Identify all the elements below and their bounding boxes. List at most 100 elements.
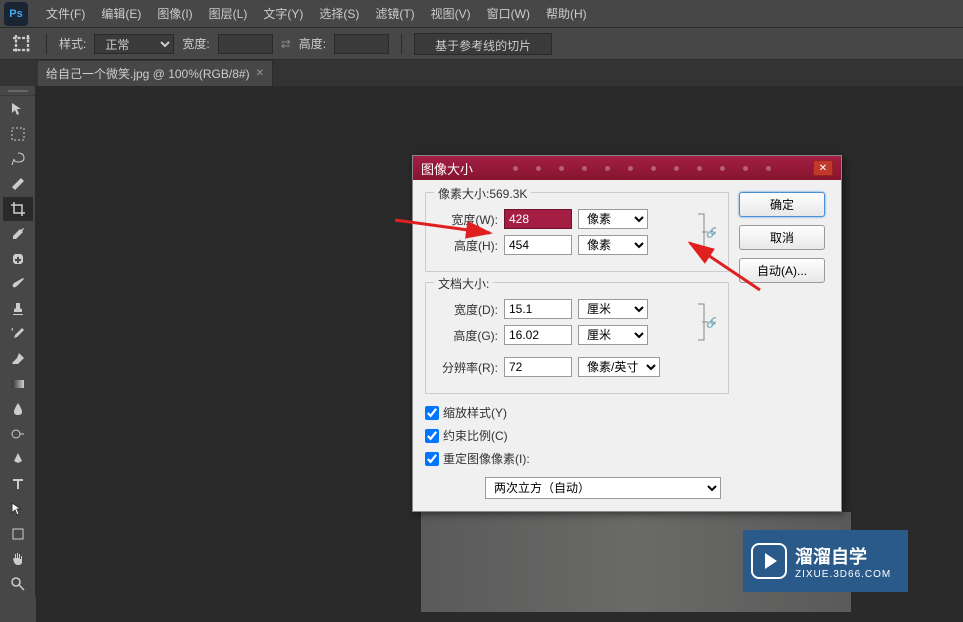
toolbox-handle[interactable] bbox=[0, 86, 35, 96]
constrain-row: 约束比例(C) bbox=[425, 427, 729, 444]
swap-icon[interactable]: ⇄ bbox=[281, 37, 291, 51]
menu-file[interactable]: 文件(F) bbox=[38, 1, 93, 26]
menu-edit[interactable]: 编辑(E) bbox=[93, 1, 149, 26]
crop-tool-icon[interactable] bbox=[10, 32, 34, 56]
brush-tool[interactable] bbox=[3, 272, 33, 296]
shape-tool[interactable] bbox=[3, 522, 33, 546]
stamp-tool[interactable] bbox=[3, 297, 33, 321]
divider bbox=[401, 34, 402, 54]
wand-tool[interactable] bbox=[3, 172, 33, 196]
hand-tool[interactable] bbox=[3, 547, 33, 571]
resample-checkbox[interactable] bbox=[425, 452, 439, 466]
gradient-tool[interactable] bbox=[3, 372, 33, 396]
title-decoration bbox=[513, 166, 771, 171]
menu-select[interactable]: 选择(S) bbox=[311, 1, 367, 26]
svg-text:🔗: 🔗 bbox=[706, 226, 716, 239]
doc-width-unit[interactable]: 厘米 bbox=[578, 299, 648, 319]
watermark-text: 溜溜自学 ZIXUE.3D66.COM bbox=[795, 543, 891, 580]
resolution-label: 分辨率(R): bbox=[436, 359, 498, 376]
style-dropdown[interactable]: 正常 bbox=[94, 34, 174, 54]
lasso-tool[interactable] bbox=[3, 147, 33, 171]
dialog-buttons: 确定 取消 自动(A)... bbox=[739, 192, 829, 499]
menu-window[interactable]: 窗口(W) bbox=[479, 1, 538, 26]
doc-height-row: 高度(G): 厘米 bbox=[436, 325, 694, 345]
height-label: 高度: bbox=[299, 35, 326, 52]
zoom-tool[interactable] bbox=[3, 572, 33, 596]
close-icon[interactable]: ✕ bbox=[813, 160, 833, 176]
eyedropper-tool[interactable] bbox=[3, 222, 33, 246]
menu-view[interactable]: 视图(V) bbox=[423, 1, 479, 26]
move-tool[interactable] bbox=[3, 97, 33, 121]
link-icon: 🔗 bbox=[696, 210, 716, 254]
pixel-width-row: 宽度(W): 像素 bbox=[436, 209, 694, 229]
tab-bar: 给自己一个微笑.jpg @ 100%(RGB/8#) ✕ bbox=[0, 60, 963, 86]
marquee-tool[interactable] bbox=[3, 122, 33, 146]
resolution-input[interactable] bbox=[504, 357, 572, 377]
blur-tool[interactable] bbox=[3, 397, 33, 421]
width-label: 宽度: bbox=[182, 35, 209, 52]
eraser-tool[interactable] bbox=[3, 347, 33, 371]
tab-close-icon[interactable]: ✕ bbox=[256, 68, 264, 79]
pixel-height-row: 高度(H): 像素 bbox=[436, 235, 694, 255]
doc-height-unit[interactable]: 厘米 bbox=[578, 325, 648, 345]
width-input[interactable] bbox=[218, 34, 273, 54]
history-brush-tool[interactable] bbox=[3, 322, 33, 346]
cancel-button[interactable]: 取消 bbox=[739, 225, 825, 250]
menu-filter[interactable]: 滤镜(T) bbox=[367, 1, 422, 26]
resample-method-select[interactable]: 两次立方（自动） bbox=[485, 477, 721, 499]
constrain-label: 约束比例(C) bbox=[443, 427, 508, 444]
watermark-title: 溜溜自学 bbox=[795, 543, 891, 569]
menu-image[interactable]: 图像(I) bbox=[149, 1, 200, 26]
doc-width-row: 宽度(D): 厘米 bbox=[436, 299, 694, 319]
watermark: 溜溜自学 ZIXUE.3D66.COM bbox=[743, 530, 908, 592]
link-icon: 🔗 bbox=[696, 300, 716, 344]
auto-button[interactable]: 自动(A)... bbox=[739, 258, 825, 283]
watermark-play-icon bbox=[751, 543, 787, 579]
dodge-tool[interactable] bbox=[3, 422, 33, 446]
resample-row: 重定图像像素(I): bbox=[425, 450, 729, 467]
constrain-checkbox[interactable] bbox=[425, 429, 439, 443]
heal-tool[interactable] bbox=[3, 247, 33, 271]
doc-size-fieldset: 文档大小: 宽度(D): 厘米 高度(G): 厘米 bbox=[425, 282, 729, 394]
dialog-left: 像素大小:569.3K 宽度(W): 像素 高度(H): 像素 bbox=[425, 192, 729, 499]
scale-styles-checkbox[interactable] bbox=[425, 406, 439, 420]
dialog-titlebar[interactable]: 图像大小 ✕ bbox=[413, 156, 841, 180]
options-bar: 样式: 正常 宽度: ⇄ 高度: 基于参考线的切片 bbox=[0, 28, 963, 60]
menu-bar: Ps 文件(F) 编辑(E) 图像(I) 图层(L) 文字(Y) 选择(S) 滤… bbox=[0, 0, 963, 28]
scale-styles-label: 缩放样式(Y) bbox=[443, 404, 507, 421]
pixel-size-fieldset: 像素大小:569.3K 宽度(W): 像素 高度(H): 像素 bbox=[425, 192, 729, 272]
pen-tool[interactable] bbox=[3, 447, 33, 471]
crop-tool[interactable] bbox=[3, 197, 33, 221]
resolution-unit[interactable]: 像素/英寸 bbox=[578, 357, 660, 377]
menu-help[interactable]: 帮助(H) bbox=[538, 1, 595, 26]
path-tool[interactable] bbox=[3, 497, 33, 521]
doc-height-label: 高度(G): bbox=[436, 327, 498, 344]
doc-size-legend: 文档大小: bbox=[434, 275, 493, 292]
pixel-height-unit[interactable]: 像素 bbox=[578, 235, 648, 255]
resample-label: 重定图像像素(I): bbox=[443, 450, 530, 467]
pixel-width-unit[interactable]: 像素 bbox=[578, 209, 648, 229]
divider bbox=[46, 34, 47, 54]
ok-button[interactable]: 确定 bbox=[739, 192, 825, 217]
watermark-subtitle: ZIXUE.3D66.COM bbox=[795, 569, 891, 580]
resolution-row: 分辨率(R): 像素/英寸 bbox=[436, 357, 718, 377]
dialog-title-text: 图像大小 bbox=[421, 159, 473, 178]
menu-layer[interactable]: 图层(L) bbox=[201, 1, 256, 26]
ps-logo: Ps bbox=[4, 2, 28, 26]
doc-width-input[interactable] bbox=[504, 299, 572, 319]
svg-text:🔗: 🔗 bbox=[706, 316, 716, 329]
pixel-size-legend: 像素大小:569.3K bbox=[434, 185, 531, 202]
menu-type[interactable]: 文字(Y) bbox=[255, 1, 311, 26]
pixel-height-label: 高度(H): bbox=[436, 237, 498, 254]
pixel-height-input[interactable] bbox=[504, 235, 572, 255]
height-input[interactable] bbox=[334, 34, 389, 54]
type-tool[interactable] bbox=[3, 472, 33, 496]
style-label: 样式: bbox=[59, 35, 86, 52]
document-tab[interactable]: 给自己一个微笑.jpg @ 100%(RGB/8#) ✕ bbox=[38, 61, 273, 86]
pixel-width-label: 宽度(W): bbox=[436, 211, 498, 228]
slice-button[interactable]: 基于参考线的切片 bbox=[414, 33, 552, 55]
pixel-width-input[interactable] bbox=[504, 209, 572, 229]
image-size-dialog: 图像大小 ✕ 像素大小:569.3K 宽度(W): 像素 bbox=[412, 155, 842, 512]
doc-height-input[interactable] bbox=[504, 325, 572, 345]
toolbox bbox=[0, 86, 36, 597]
